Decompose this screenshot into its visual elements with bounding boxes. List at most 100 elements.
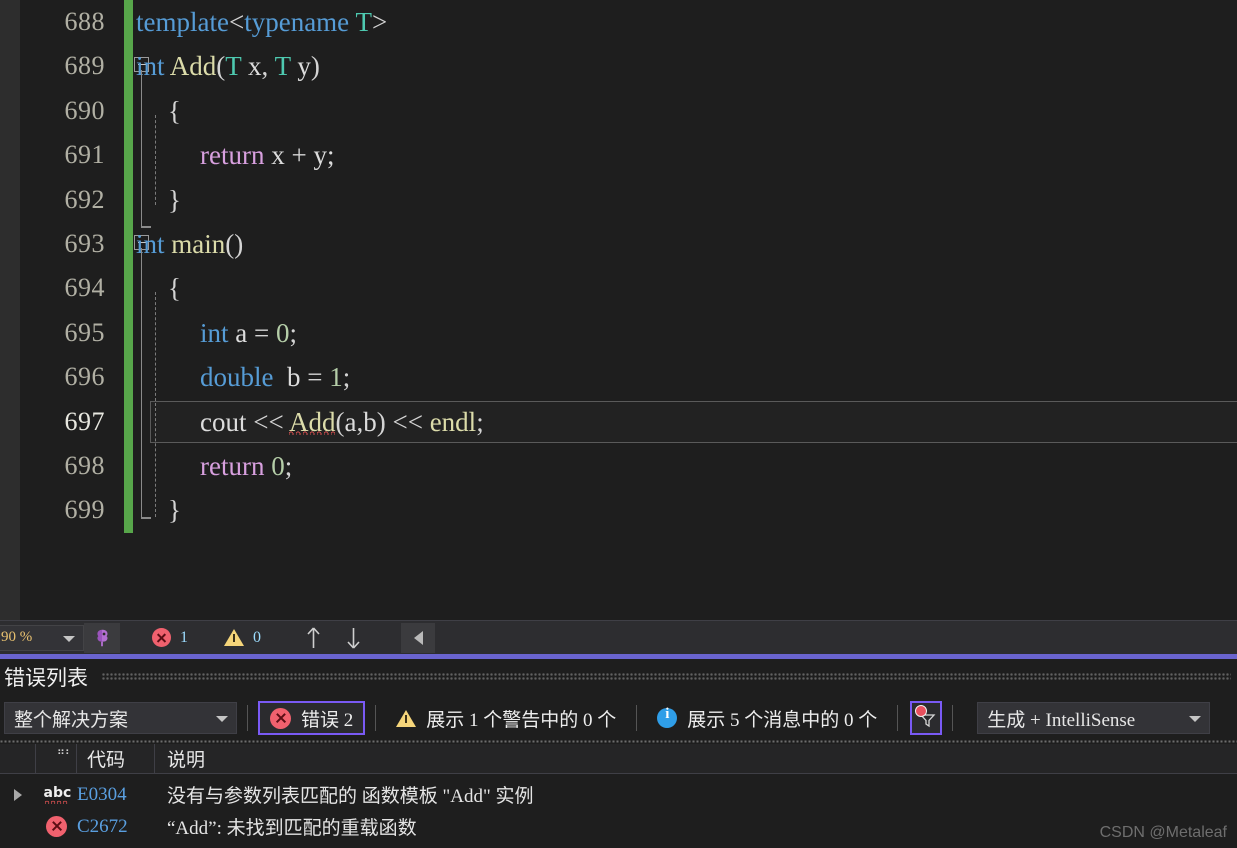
row-severity-cell: abc — [36, 786, 77, 804]
code-line[interactable]: 689 int Add(T x, T y) — [0, 44, 1237, 89]
code-token: T — [274, 51, 291, 82]
code-line-text: return 0; — [200, 444, 292, 488]
toolbar-separator-2 — [375, 705, 377, 731]
squiggle-underline-icon — [44, 799, 69, 804]
row-code: C2672 — [77, 815, 128, 837]
code-line[interactable]: 698 return 0; — [0, 444, 1237, 489]
code-line[interactable]: 688 template<typename T> — [0, 0, 1237, 45]
zoom-level-dropdown[interactable]: 90 % — [0, 624, 84, 651]
chevron-down-icon — [1189, 716, 1202, 722]
code-token: > — [371, 7, 388, 37]
filter-funnel-button[interactable] — [910, 701, 943, 735]
code-token: return — [200, 451, 265, 481]
unsaved-change-marker — [124, 310, 133, 356]
code-token: int — [200, 317, 229, 348]
brain-icon — [97, 629, 108, 646]
warnings-filter-label: 展示 1 个警告中的 0 个 — [426, 709, 617, 731]
code-token: y — [290, 51, 311, 82]
code-token: , — [261, 51, 275, 82]
code-token: << — [392, 406, 423, 437]
build-source-dropdown[interactable]: 生成 + IntelliSense — [977, 702, 1211, 734]
row-severity-cell — [36, 816, 77, 837]
messages-filter-label: 展示 5 个消息中的 0 个 — [687, 709, 878, 731]
code-token: ; — [342, 362, 351, 393]
table-row[interactable]: C2672 “Add”: 未找到匹配的重载函数 — [0, 810, 1237, 843]
error-circle-icon — [152, 628, 171, 647]
column-header-description[interactable]: 说明 — [155, 744, 1237, 774]
code-line[interactable]: 695 int a = 0; — [0, 310, 1237, 356]
watermark: CSDN @Metaleaf — [1099, 824, 1227, 841]
warnings-filter-button[interactable]: 展示 1 个警告中的 0 个 — [386, 701, 626, 735]
code-line[interactable]: 693 int main() — [0, 222, 1237, 267]
unsaved-change-marker — [124, 133, 133, 178]
warning-count-value: 0 — [253, 628, 261, 646]
unsaved-change-marker — [124, 266, 133, 311]
nav-previous-issue-button[interactable] — [293, 623, 333, 653]
line-number: 695 — [64, 317, 105, 347]
toolbar-separator-4 — [897, 705, 899, 731]
column-header-severity[interactable]: ⠶⠆ — [36, 743, 77, 774]
errors-filter-label: 错误 2 — [301, 709, 354, 731]
panel-accent-line — [0, 654, 1237, 659]
editor-status-bar: 90 % 1 0 — [0, 620, 1237, 654]
code-line[interactable]: 691 return x + y; — [0, 133, 1237, 178]
code-token: a — [344, 406, 357, 437]
status-warning-count[interactable]: 0 — [220, 623, 265, 653]
intellisense-brain-button[interactable] — [84, 622, 120, 653]
row-code: E0304 — [77, 783, 127, 805]
error-squiggle-token: Add — [288, 406, 336, 437]
scope-dropdown[interactable]: 整个解决方案 — [4, 702, 237, 734]
messages-filter-button[interactable]: 展示 5 个消息中的 0 个 — [647, 701, 887, 735]
toolbar-separator-3 — [636, 705, 638, 731]
indent-guide-line — [155, 292, 156, 517]
code-line-text: return x + y; — [200, 133, 334, 177]
column-header-code[interactable]: 代码 — [77, 743, 155, 774]
region-end-marker — [140, 226, 151, 228]
code-token: 1 — [329, 362, 343, 393]
code-token: ; — [284, 451, 293, 481]
code-line[interactable]: 690 { — [0, 88, 1237, 134]
code-token: main — [171, 229, 226, 259]
row-expander[interactable] — [0, 788, 36, 801]
chevron-down-icon — [63, 635, 75, 642]
navigate-backward-button[interactable] — [401, 622, 435, 653]
unsaved-change-marker — [124, 88, 133, 134]
code-token: ( — [216, 51, 226, 82]
arrow-up-icon — [306, 626, 320, 648]
error-list-panel: 错误列表 整个解决方案 错误 2 展示 1 个警告中的 0 个 展示 5 个 — [0, 654, 1237, 848]
unsaved-change-marker — [124, 488, 133, 533]
line-number: 691 — [64, 140, 105, 170]
code-line[interactable]: 696 double b = 1; — [0, 355, 1237, 400]
triangle-left-icon — [413, 630, 423, 645]
code-line[interactable]: 692} — [0, 177, 1237, 222]
code-token: () — [225, 229, 244, 259]
unsaved-change-marker — [124, 355, 133, 400]
code-token: ) — [310, 51, 320, 82]
code-token: 0 — [271, 451, 285, 481]
line-number: 696 — [64, 362, 105, 392]
status-error-count[interactable]: 1 — [148, 623, 192, 653]
code-line[interactable]: 697 cout << Add(a,b) << endl; — [0, 399, 1237, 444]
arrow-down-icon — [346, 627, 360, 649]
code-token: x — [241, 51, 262, 82]
code-token: } — [168, 184, 181, 215]
error-table-header: ⠶⠆ 代码 说明 — [0, 743, 1237, 774]
code-token: typename — [244, 7, 350, 37]
code-editor[interactable]: 688 template<typename T> 689 int Add(T x, T… — [0, 0, 1237, 620]
column-header-expander[interactable] — [0, 743, 36, 774]
sort-indicator-icon: ⠶⠆ — [56, 744, 73, 758]
nav-next-issue-button[interactable] — [333, 623, 373, 653]
code-line-text: { — [168, 266, 181, 310]
table-row[interactable]: abc E0304 没有与参数列表匹配的 函数模板 "Add" 实例 — [0, 778, 1237, 811]
code-token: + — [291, 140, 307, 171]
indent-guide-line — [155, 115, 156, 205]
errors-filter-button[interactable]: 错误 2 — [258, 701, 366, 735]
indent-guide-line — [140, 248, 142, 518]
code-line[interactable]: 699} — [0, 488, 1237, 533]
zoom-level-value: 90 % — [1, 629, 33, 645]
code-line[interactable]: 694 { — [0, 266, 1237, 311]
line-number: 690 — [64, 95, 105, 125]
row-description: “Add”: 未找到匹配的重载函数 — [167, 818, 417, 839]
build-source-value: 生成 + IntelliSense — [987, 709, 1136, 731]
